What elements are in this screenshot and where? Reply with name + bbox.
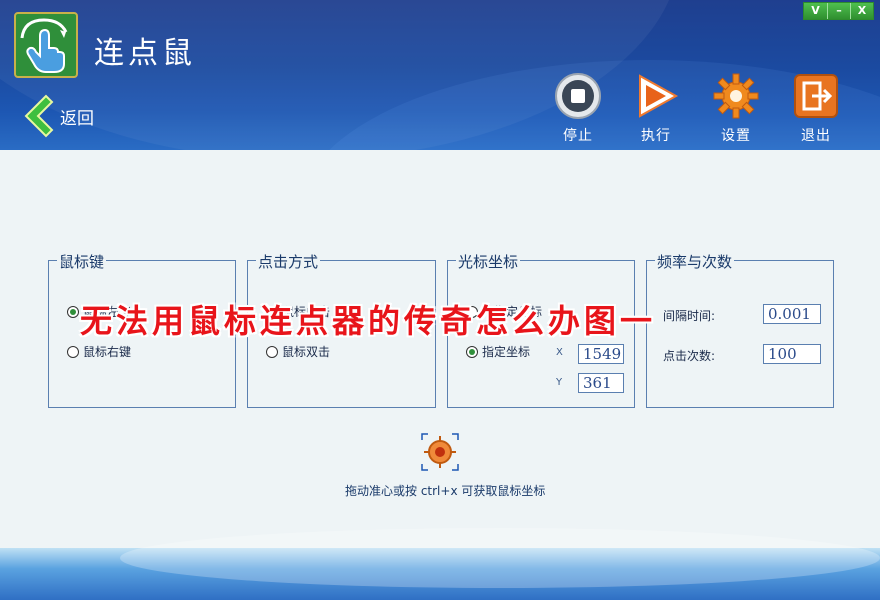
hand-pointer-icon bbox=[20, 18, 68, 73]
run-button[interactable]: 执行 bbox=[626, 72, 686, 145]
interval-label: 间隔时间: bbox=[663, 309, 716, 323]
gear-icon bbox=[713, 73, 759, 119]
radio-double[interactable] bbox=[266, 345, 278, 358]
play-icon bbox=[639, 74, 679, 118]
y-coordinate-input[interactable]: 361 bbox=[578, 373, 624, 393]
fixed-coordinate-option[interactable]: 指定坐标 bbox=[466, 343, 530, 360]
run-label: 执行 bbox=[641, 128, 671, 144]
double-click-label: 鼠标双击 bbox=[282, 345, 331, 359]
back-label: 返回 bbox=[60, 108, 94, 129]
y-label: Y bbox=[556, 377, 563, 388]
close-button[interactable]: X bbox=[850, 3, 873, 19]
x-coordinate-input[interactable]: 1549 bbox=[578, 344, 624, 364]
mouse-right-option[interactable]: 鼠标右键 bbox=[67, 343, 131, 360]
back-button[interactable]: 返回 bbox=[20, 94, 94, 138]
radio-left[interactable] bbox=[67, 305, 79, 318]
exit-icon bbox=[794, 74, 838, 118]
stop-icon bbox=[555, 73, 601, 119]
minimize-button[interactable]: – bbox=[827, 3, 850, 19]
title-bar: V – X 连点鼠 返回 停止 执行 设置 退出 bbox=[0, 0, 880, 150]
cursor-title: 光标坐标 bbox=[456, 251, 521, 272]
overlay-caption: 无法用鼠标连点器的传奇怎么办图一 bbox=[80, 302, 657, 340]
footer-band bbox=[0, 528, 880, 600]
window-controls: V – X bbox=[803, 2, 874, 20]
click-mode-title: 点击方式 bbox=[256, 251, 321, 272]
settings-button[interactable]: 设置 bbox=[706, 72, 766, 145]
count-input[interactable]: 100 bbox=[763, 344, 821, 364]
double-click-option[interactable]: 鼠标双击 bbox=[266, 343, 330, 360]
frequency-group: 频率与次数 间隔时间: 0.001 点击次数: 100 bbox=[646, 251, 834, 408]
exit-label: 退出 bbox=[801, 128, 831, 144]
toolbar: 停止 执行 设置 退出 bbox=[548, 72, 868, 144]
count-label: 点击次数: bbox=[663, 349, 716, 363]
exit-button[interactable]: 退出 bbox=[786, 72, 846, 145]
interval-input[interactable]: 0.001 bbox=[763, 304, 821, 324]
minimize-to-tray-button[interactable]: V bbox=[804, 3, 827, 19]
stop-label: 停止 bbox=[563, 128, 593, 144]
app-logo bbox=[14, 12, 78, 78]
crosshair-icon[interactable] bbox=[420, 432, 460, 472]
app-title: 连点鼠 bbox=[94, 36, 196, 71]
radio-right[interactable] bbox=[67, 345, 79, 358]
radio-fixed[interactable] bbox=[466, 345, 478, 358]
settings-label: 设置 bbox=[721, 128, 751, 144]
frequency-title: 频率与次数 bbox=[655, 251, 735, 272]
mouse-right-label: 鼠标右键 bbox=[83, 345, 132, 359]
stop-button[interactable]: 停止 bbox=[548, 72, 608, 145]
fixed-coordinate-label: 指定坐标 bbox=[482, 345, 531, 359]
mouse-key-title: 鼠标键 bbox=[57, 251, 107, 272]
hint-text: 拖动准心或按 ctrl+x 可获取鼠标坐标 bbox=[345, 484, 546, 498]
chevron-left-icon bbox=[24, 94, 54, 138]
x-label: X bbox=[556, 347, 563, 358]
